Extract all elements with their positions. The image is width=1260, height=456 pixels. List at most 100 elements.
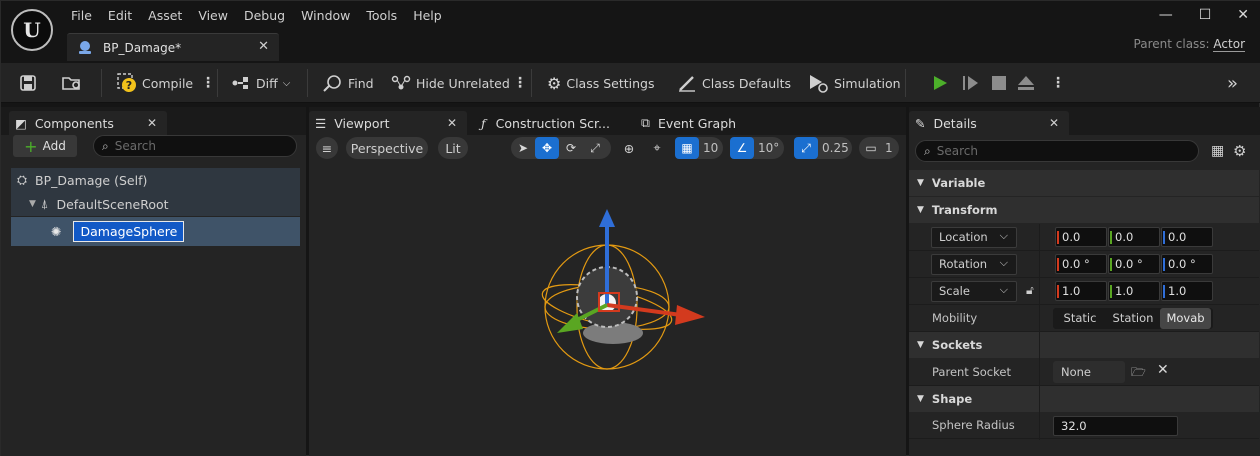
rotation-x-field[interactable]: 0.0 °	[1055, 254, 1107, 274]
parent-class-link[interactable]: Actor	[1213, 37, 1245, 52]
category-variable[interactable]: ▼ Variable	[909, 170, 1259, 196]
scale-snap-icon: ⤢	[794, 137, 818, 159]
translate-icon[interactable]: ✥	[535, 137, 559, 159]
world-local-button[interactable]: ⊕	[617, 137, 641, 159]
expand-toolbar-icon[interactable]: »	[1227, 71, 1238, 95]
mobility-movable-option[interactable]: Movab	[1160, 307, 1211, 329]
maximize-icon[interactable]: ☐	[1199, 7, 1212, 23]
close-window-icon[interactable]: ✕	[1237, 7, 1249, 23]
menu-file[interactable]: File	[63, 5, 100, 27]
play-button[interactable]	[931, 71, 949, 95]
surface-snap-button[interactable]: ⌖	[645, 137, 669, 159]
category-transform[interactable]: ▼ Transform	[909, 197, 1259, 223]
stop-button[interactable]	[991, 71, 1007, 95]
sphere-radius-field[interactable]: 32.0	[1053, 416, 1178, 436]
details-search-input[interactable]: ⌕ Search	[915, 140, 1199, 162]
menu-edit[interactable]: Edit	[100, 5, 140, 27]
add-component-button[interactable]: + Add	[13, 135, 77, 157]
collapse-arrow-icon: ▼	[917, 394, 924, 404]
tab-components[interactable]: ◩ Components ✕	[9, 111, 167, 135]
details-settings-gear-icon[interactable]: ⚙	[1233, 142, 1246, 160]
rotation-y-field[interactable]: 0.0 °	[1108, 254, 1160, 274]
find-button[interactable]: Find	[323, 71, 374, 95]
mobility-stationary-option[interactable]: Station	[1107, 308, 1159, 329]
scale-y-field[interactable]: 1.0	[1108, 281, 1160, 301]
location-x-field[interactable]: 0.0	[1055, 227, 1107, 247]
play-options-icon[interactable]: ⋮	[1051, 71, 1065, 95]
category-sockets[interactable]: ▼ Sockets	[909, 332, 1259, 358]
chevron-down-icon: ⌵	[999, 228, 1008, 242]
hide-unrelated-button[interactable]: Hide Unrelated	[391, 71, 510, 95]
mobility-label: Mobility	[932, 311, 978, 325]
document-tab-title: BP_Damage*	[103, 40, 182, 55]
component-item-self[interactable]: ⛭ BP_Damage (Self)	[11, 168, 300, 192]
rotation-snap-group[interactable]: ∠ 10°	[730, 137, 784, 159]
scale-snap-group[interactable]: ⤢ 0.25	[794, 137, 852, 159]
table-view-icon[interactable]: ▦	[1211, 143, 1224, 159]
class-settings-button[interactable]: ⚙ Class Settings	[547, 71, 654, 95]
select-cursor-icon[interactable]: ➤	[511, 137, 535, 159]
compile-button[interactable]: ? Compile	[117, 71, 193, 95]
components-panel: ◩ Components ✕	[1, 107, 306, 456]
close-components-icon[interactable]: ✕	[147, 116, 157, 130]
window-controls: — ☐ ✕	[1159, 7, 1249, 23]
menu-debug[interactable]: Debug	[236, 5, 293, 27]
save-button[interactable]	[19, 71, 37, 95]
scale-x-field[interactable]: 1.0	[1055, 281, 1107, 301]
compile-options-icon[interactable]: ⋮	[201, 71, 215, 95]
location-z-field[interactable]: 0.0	[1161, 227, 1213, 247]
parent-class: Parent class: Actor	[1134, 37, 1245, 52]
scale-z-field[interactable]: 1.0	[1161, 281, 1213, 301]
tab-viewport[interactable]: ☰ Viewport ✕	[309, 111, 467, 135]
location-dropdown[interactable]: Location ⌵	[931, 226, 1017, 248]
component-item-default-scene-root[interactable]: ▼ ⍋ DefaultSceneRoot	[11, 192, 300, 216]
menu-view[interactable]: View	[190, 5, 236, 27]
browse-socket-icon[interactable]: 🗁︎	[1131, 363, 1146, 384]
browse-button[interactable]	[61, 71, 83, 95]
unreal-logo-icon[interactable]: U	[11, 9, 53, 51]
menu-window[interactable]: Window	[293, 5, 358, 27]
camera-speed-group[interactable]: ▭ 1	[859, 137, 899, 159]
menu-tools[interactable]: Tools	[358, 5, 405, 27]
close-tab-icon[interactable]: ✕	[258, 39, 269, 54]
rotate-icon[interactable]: ⟳	[559, 137, 583, 159]
rename-component-input[interactable]: DamageSphere	[73, 221, 185, 242]
sphere-gizmo[interactable]	[521, 201, 721, 401]
scale-icon[interactable]: ⤢	[583, 137, 607, 159]
diff-button[interactable]: Diff ⌵	[231, 71, 290, 95]
tab-construction-script[interactable]: ƒ Construction Scr...	[475, 111, 625, 135]
components-search-input[interactable]: ⌕ Search	[93, 135, 297, 157]
mobility-static-option[interactable]: Static	[1055, 308, 1105, 329]
close-details-icon[interactable]: ✕	[1049, 116, 1059, 130]
eject-button[interactable]	[1017, 71, 1035, 95]
grid-snap-group[interactable]: ▦ 10	[675, 137, 723, 159]
simulation-button[interactable]: Simulation	[807, 71, 901, 95]
viewport-menu-button[interactable]: ≡	[316, 137, 338, 159]
graph-options-icon[interactable]: ⋮	[513, 71, 527, 95]
menu-asset[interactable]: Asset	[140, 5, 190, 27]
blueprint-icon	[79, 40, 91, 54]
tab-event-graph[interactable]: ⧉ Event Graph	[635, 111, 775, 135]
document-tab[interactable]: BP_Damage* ✕	[67, 33, 279, 61]
menu-help[interactable]: Help	[405, 5, 450, 27]
unlock-icon[interactable]: 🔓︎	[1026, 283, 1034, 298]
rotation-z-field[interactable]: 0.0 °	[1161, 254, 1213, 274]
scale-dropdown[interactable]: Scale ⌵	[931, 280, 1017, 302]
lit-button[interactable]: Lit	[438, 137, 468, 159]
category-shape[interactable]: ▼ Shape	[909, 386, 1259, 412]
parent-socket-field[interactable]: None	[1053, 361, 1125, 383]
class-defaults-button[interactable]: Class Defaults	[677, 71, 791, 95]
tab-details[interactable]: ✎ Details ✕	[909, 111, 1069, 135]
actor-icon: ⛭	[17, 172, 28, 187]
perspective-button[interactable]: Perspective	[346, 137, 428, 159]
simulation-label: Simulation	[834, 75, 901, 91]
clear-socket-icon[interactable]: ✕	[1157, 362, 1169, 378]
component-item-damage-sphere[interactable]: ✺ DamageSphere	[11, 217, 300, 246]
transform-tools: ➤ ✥ ⟳ ⤢	[511, 137, 611, 159]
location-y-field[interactable]: 0.0	[1108, 227, 1160, 247]
scale-label: Scale	[939, 284, 970, 298]
step-button[interactable]	[961, 71, 979, 95]
close-viewport-icon[interactable]: ✕	[447, 116, 457, 130]
minimize-icon[interactable]: —	[1159, 7, 1173, 23]
rotation-dropdown[interactable]: Rotation ⌵	[931, 253, 1017, 275]
